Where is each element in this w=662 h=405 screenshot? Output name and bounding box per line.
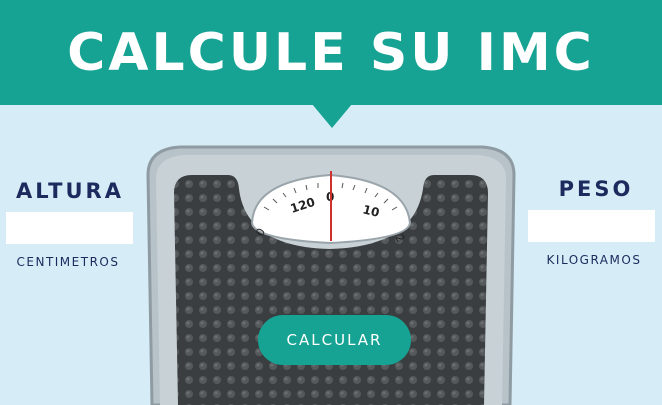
calculate-button[interactable]: CALCULAR (258, 315, 411, 365)
weight-input[interactable] (528, 210, 655, 242)
height-input[interactable] (6, 212, 133, 244)
page-title: CALCULE SU IMC (67, 23, 595, 83)
weight-unit: KILOGRAMOS (546, 253, 642, 267)
banner-pointer (312, 104, 352, 128)
weight-label: PESO (558, 177, 634, 201)
height-label: ALTURA (16, 179, 124, 203)
height-unit: CENTIMETROS (16, 255, 120, 269)
